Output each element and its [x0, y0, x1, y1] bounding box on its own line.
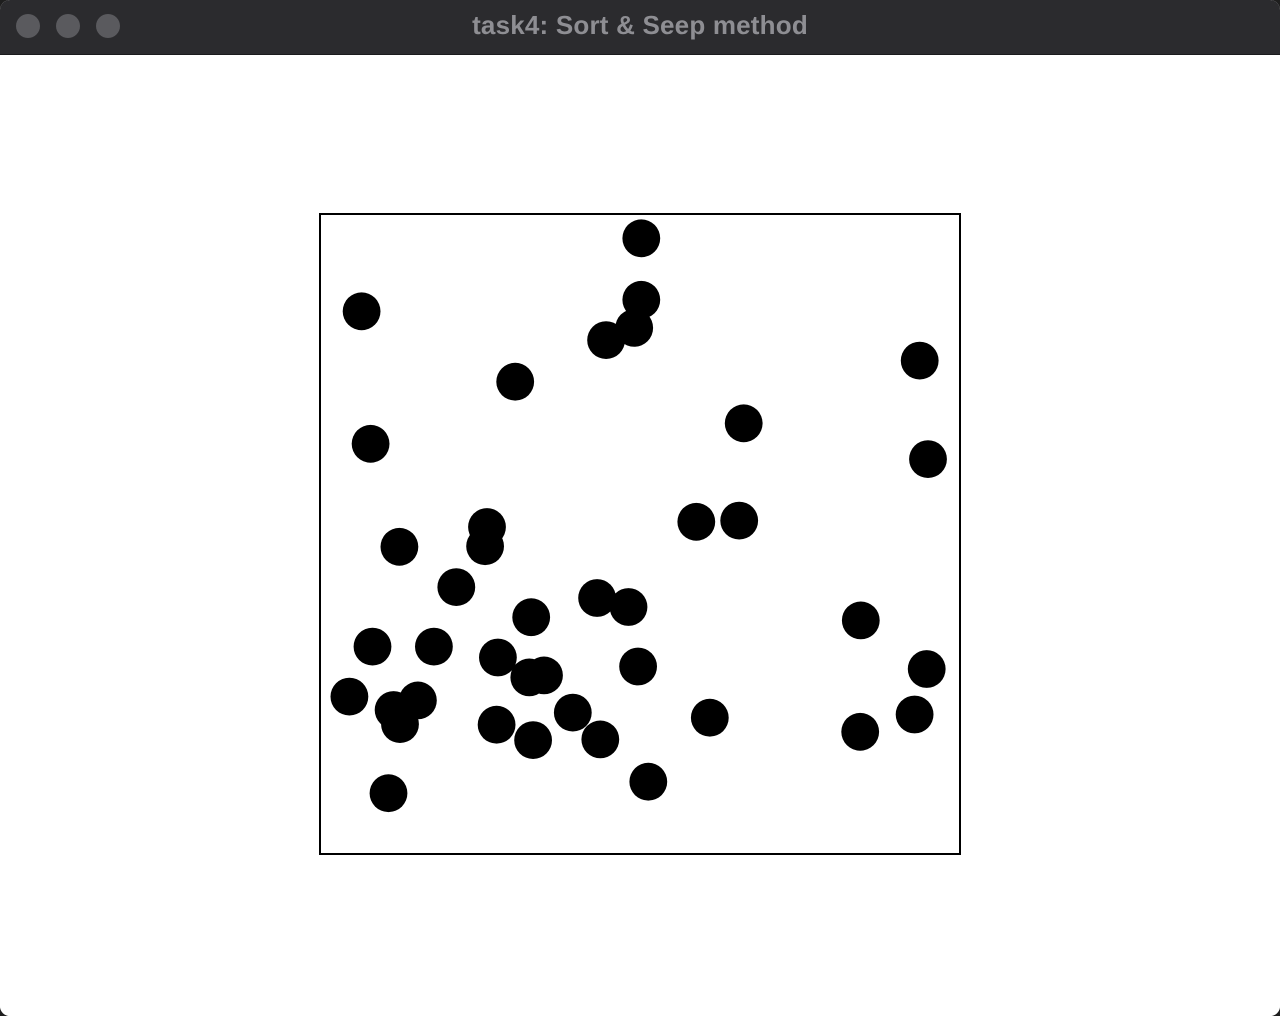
ball	[466, 527, 504, 566]
ball	[677, 502, 716, 541]
ball	[895, 695, 934, 734]
ball	[496, 362, 535, 401]
ball	[381, 705, 419, 743]
simulation-canvas	[319, 213, 961, 855]
ball	[553, 693, 592, 732]
ball	[720, 501, 759, 540]
ball	[724, 404, 763, 443]
ball	[900, 341, 939, 380]
ball	[609, 588, 648, 626]
ball	[380, 527, 419, 566]
ball	[690, 698, 729, 737]
ball	[437, 568, 476, 606]
ball	[841, 712, 880, 751]
app-window: task4: Sort & Seep method	[0, 0, 1280, 1016]
ball	[342, 292, 381, 331]
ball	[841, 601, 880, 640]
window-title: task4: Sort & Seep method	[472, 10, 808, 40]
title-bar[interactable]: task4: Sort & Seep method	[0, 0, 1280, 55]
ball	[525, 656, 563, 695]
ball	[622, 219, 661, 258]
ball	[587, 321, 625, 359]
balls-group	[330, 219, 947, 813]
ball	[512, 598, 551, 637]
ball	[619, 647, 657, 686]
ball	[907, 650, 946, 688]
ball	[514, 721, 552, 759]
ball	[581, 720, 620, 759]
ball	[369, 774, 408, 813]
ball	[351, 424, 390, 463]
ball	[477, 705, 516, 744]
ball	[629, 762, 668, 801]
ball	[353, 627, 392, 666]
ball	[415, 627, 453, 666]
simulation-view	[0, 55, 1280, 1016]
ball	[479, 638, 517, 677]
ball	[330, 677, 369, 716]
ball	[909, 440, 947, 478]
